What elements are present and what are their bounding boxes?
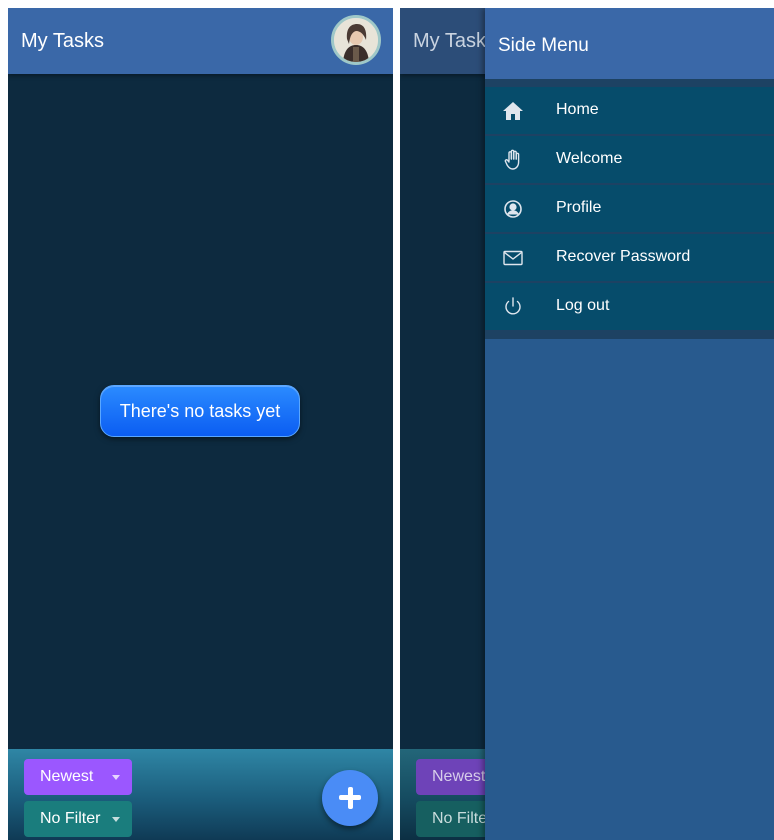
drawer-title: Side Menu — [498, 35, 589, 56]
menu-item-label: Profile — [556, 199, 602, 216]
empty-state-message: There's no tasks yet — [100, 385, 300, 437]
mail-icon — [501, 246, 525, 270]
menu-item-log-out[interactable]: Log out — [485, 283, 774, 330]
page-title-dimmed: My Task — [413, 30, 486, 52]
sort-dropdown-label-dimmed: Newest — [432, 768, 486, 785]
home-icon — [501, 99, 525, 123]
chevron-down-icon — [112, 775, 120, 780]
app-bar: My Tasks — [8, 8, 393, 74]
drawer-header: Side Menu — [485, 8, 774, 79]
menu-item-label: Log out — [556, 297, 610, 314]
add-task-button[interactable] — [322, 770, 378, 826]
filter-dropdown-label: No Filter — [40, 810, 101, 827]
filter-dropdown-label-dimmed: No Filte — [432, 810, 488, 827]
profile-icon — [501, 197, 525, 221]
filter-dropdown[interactable]: No Filter — [24, 801, 132, 837]
avatar-icon — [334, 18, 378, 62]
menu-item-label: Welcome — [556, 150, 623, 167]
menu-item-label: Recover Password — [556, 248, 691, 265]
page-title: My Tasks — [21, 30, 104, 52]
sort-dropdown-label: Newest — [40, 768, 94, 785]
chevron-down-icon — [112, 817, 120, 822]
side-menu-drawer: Side Menu Home Welcome Profile Recover P… — [485, 8, 774, 840]
drawer-open-screen: My Task Newest No Filte Side Menu Home W… — [400, 8, 774, 840]
plus-icon-stroke — [347, 787, 353, 809]
menu-item-recover-password[interactable]: Recover Password — [485, 234, 774, 281]
hand-icon — [501, 148, 525, 172]
menu-item-label: Home — [556, 101, 599, 118]
power-icon — [501, 295, 525, 319]
task-list-screen: My Tasks There's no tasks yet Newest No … — [8, 8, 393, 840]
menu-item-home[interactable]: Home — [485, 87, 774, 134]
user-avatar-button[interactable] — [331, 15, 381, 65]
drawer-menu-list: Home Welcome Profile Recover Password Lo… — [485, 79, 774, 339]
menu-item-profile[interactable]: Profile — [485, 185, 774, 232]
bottom-controls: Newest No Filter — [8, 749, 393, 840]
sort-dropdown[interactable]: Newest — [24, 759, 132, 795]
menu-item-welcome[interactable]: Welcome — [485, 136, 774, 183]
